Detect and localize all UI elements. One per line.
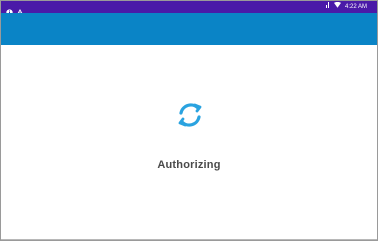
wifi-icon <box>333 1 341 13</box>
bottom-divider <box>1 239 377 240</box>
device-screen: 4:22 AM Authorizing <box>0 0 378 241</box>
authorizing-label: Authorizing <box>157 159 221 171</box>
signal-icon <box>325 1 330 13</box>
status-bar: 4:22 AM <box>1 1 377 16</box>
refresh-icon <box>178 103 202 127</box>
status-time: 4:22 AM <box>344 4 367 10</box>
status-right-area: 4:22 AM <box>325 1 367 13</box>
loading-spinner <box>174 99 206 131</box>
app-bar <box>1 13 377 45</box>
